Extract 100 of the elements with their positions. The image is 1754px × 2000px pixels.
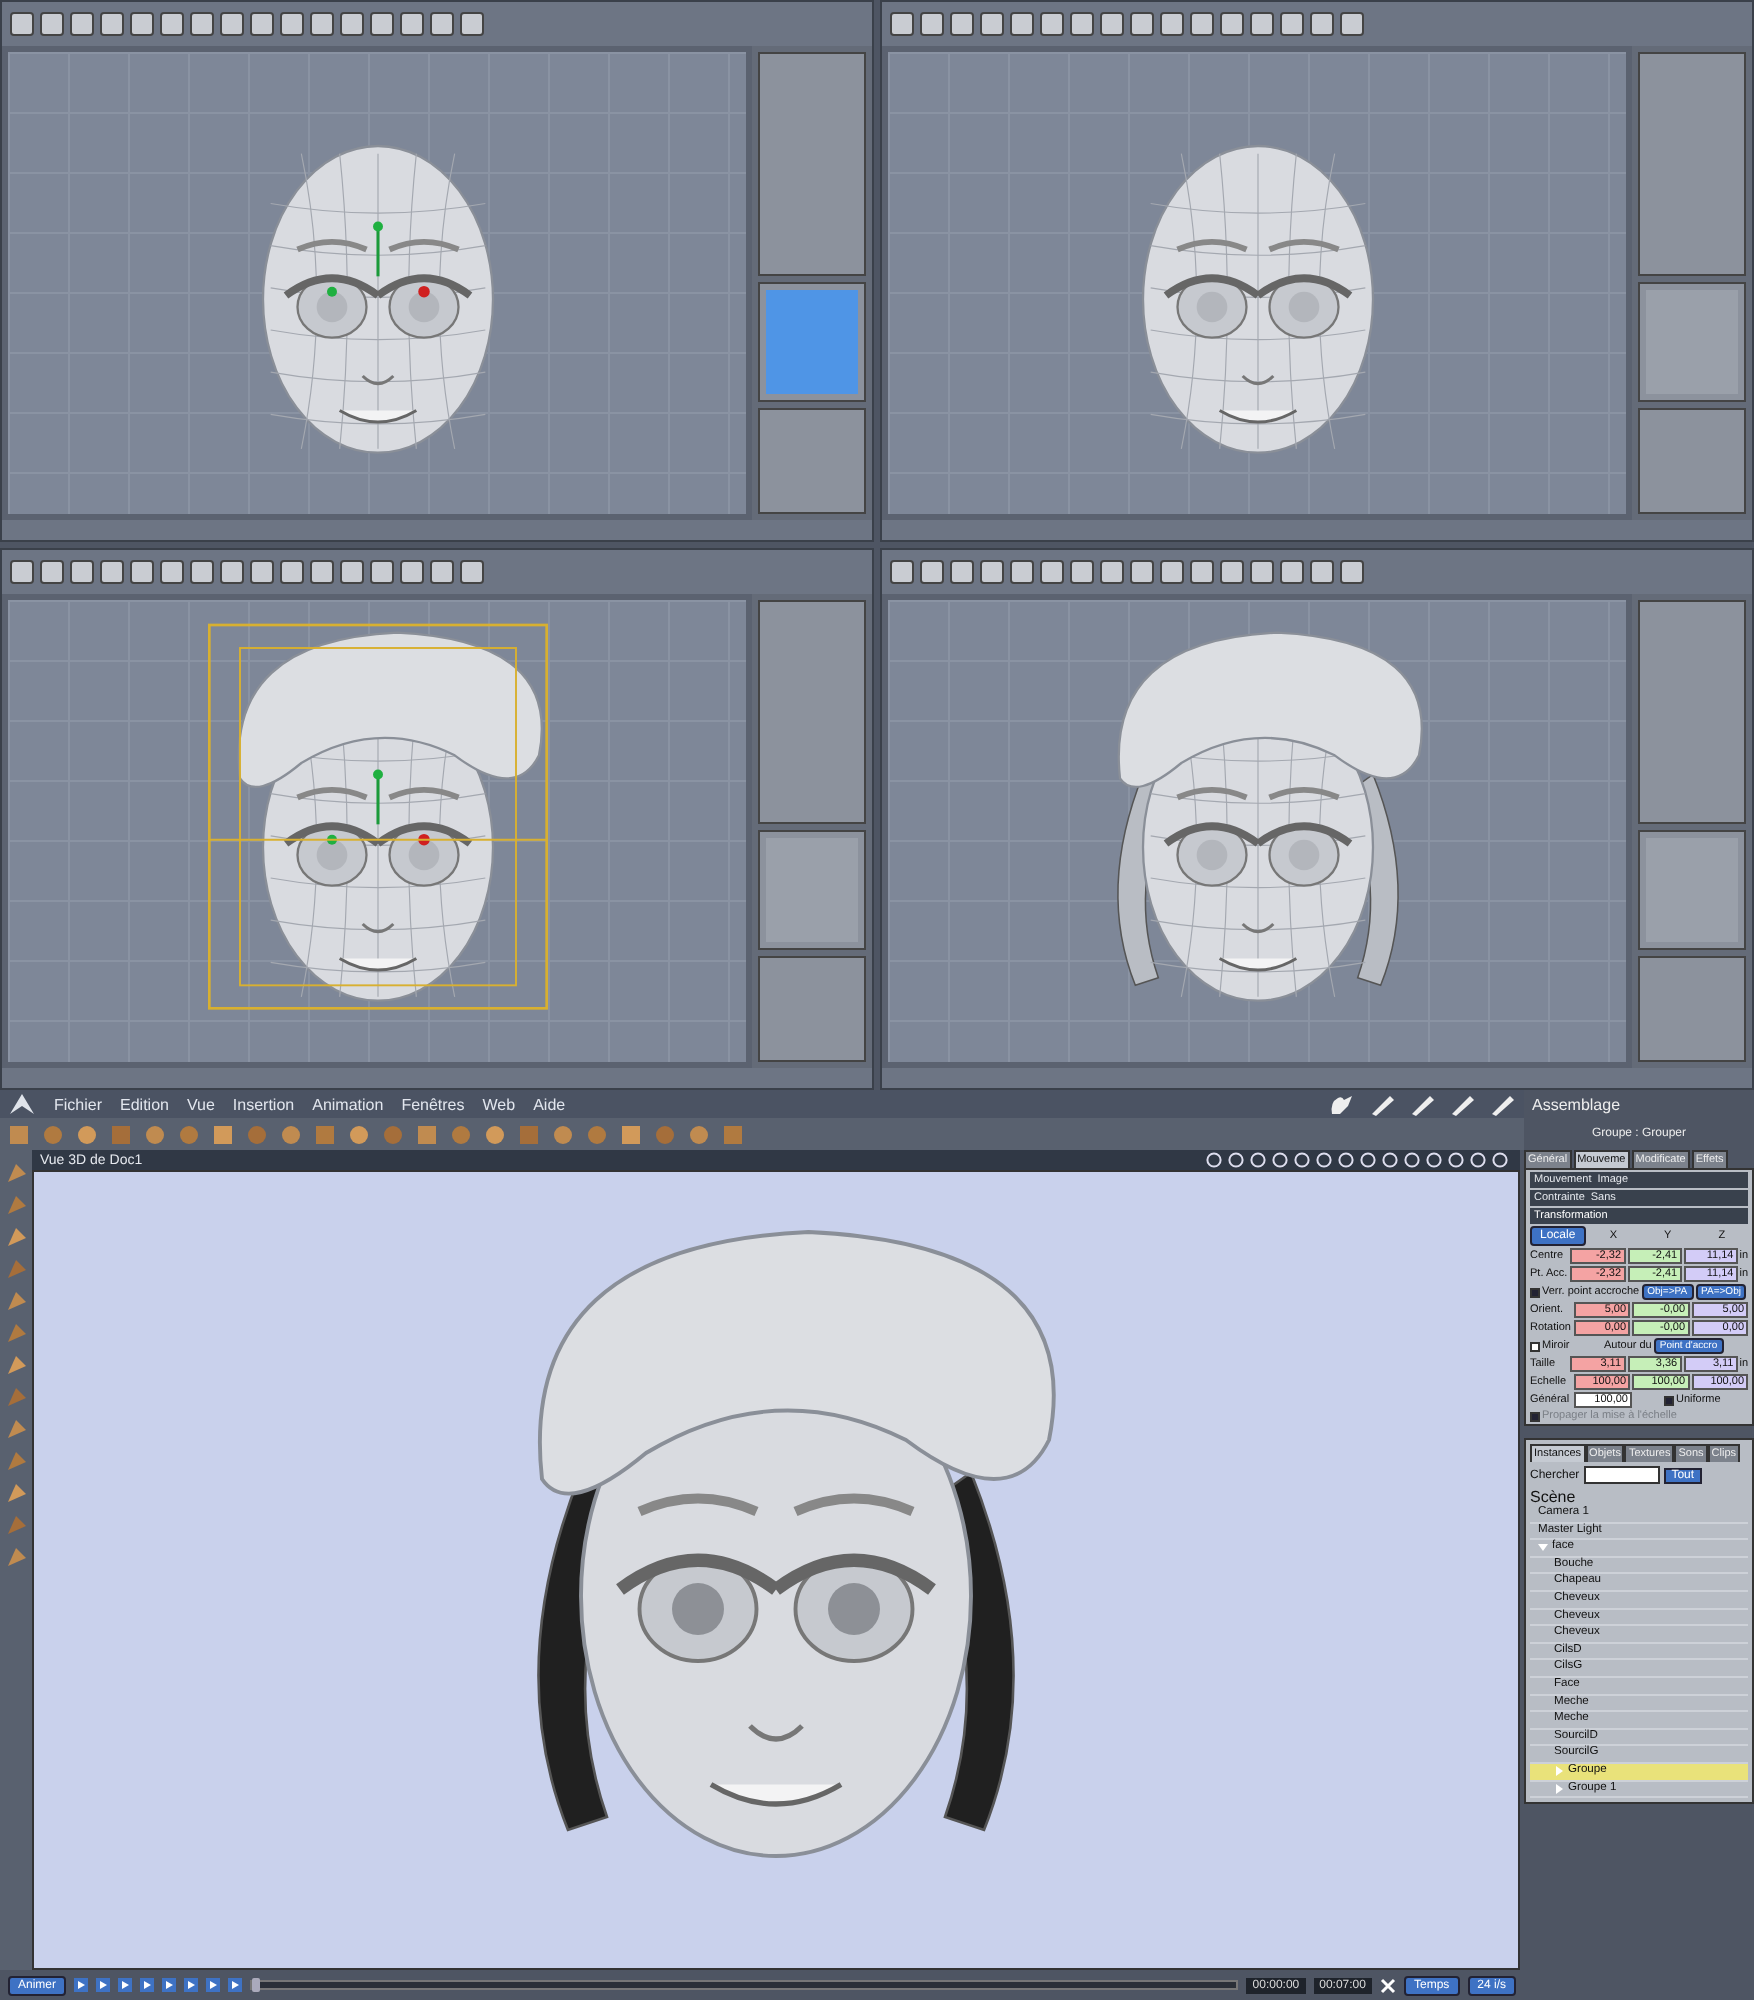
primitive-icon[interactable] [212, 1123, 234, 1145]
tool-icon[interactable] [40, 560, 64, 584]
tool-icon[interactable] [1220, 560, 1244, 584]
close-icon[interactable] [1379, 1977, 1396, 1993]
tool-icon[interactable] [1310, 12, 1334, 36]
tool-icon[interactable] [1130, 560, 1154, 584]
tool-icon[interactable] [1280, 560, 1304, 584]
tool-icon[interactable] [40, 12, 64, 36]
tool-icon[interactable] [400, 560, 424, 584]
tool-icon[interactable] [1280, 12, 1304, 36]
tool-icon[interactable] [1220, 12, 1244, 36]
primitive-icon[interactable] [620, 1123, 642, 1145]
scene-title: Scène [1530, 1488, 1578, 1506]
playback-control-icon[interactable] [118, 1978, 133, 1992]
tool-icon[interactable] [1190, 12, 1214, 36]
playback-control-icon[interactable] [96, 1978, 111, 1992]
tool-icon[interactable] [1160, 560, 1184, 584]
tool-icon[interactable] [460, 560, 484, 584]
primitive-icon[interactable] [348, 1123, 370, 1145]
playback-control-icon[interactable] [162, 1978, 177, 1992]
tool-icon[interactable] [310, 12, 334, 36]
menu-item[interactable]: Web [482, 1095, 516, 1113]
tool-icon[interactable] [130, 12, 154, 36]
playback-control-icon[interactable] [228, 1978, 243, 1992]
tool-icon[interactable] [340, 12, 364, 36]
tool-icon[interactable] [100, 560, 124, 584]
tool-icon[interactable] [280, 12, 304, 36]
tool-icon[interactable] [430, 560, 454, 584]
tool-icon[interactable] [280, 560, 304, 584]
tool-icon[interactable] [370, 12, 394, 36]
tool-icon[interactable] [400, 12, 424, 36]
tool-icon[interactable] [460, 12, 484, 36]
playback-control-icon[interactable] [184, 1978, 199, 1992]
tool-icon[interactable] [1010, 12, 1034, 36]
tool-icon[interactable] [920, 560, 944, 584]
menu-item[interactable]: Fenêtres [401, 1095, 465, 1113]
menu-item[interactable]: Animation [312, 1095, 384, 1113]
panel-background [758, 408, 866, 514]
tool-icon[interactable] [5, 1354, 27, 1376]
tool-icon[interactable] [1070, 12, 1094, 36]
playback-control-icon[interactable] [206, 1978, 221, 1992]
tool-icon[interactable] [190, 12, 214, 36]
playback-control-icon[interactable] [74, 1978, 89, 1992]
tool-icon[interactable] [370, 560, 394, 584]
tool-icon[interactable] [250, 560, 274, 584]
menu-item[interactable]: Vue [186, 1095, 215, 1113]
tool-icon[interactable] [160, 12, 184, 36]
tool-icon[interactable] [980, 560, 1004, 584]
panel-background [1638, 956, 1746, 1062]
primitive-icon[interactable] [484, 1123, 506, 1145]
tool-icon[interactable] [130, 560, 154, 584]
tool-icon[interactable] [1040, 12, 1064, 36]
tool-icon[interactable] [1100, 560, 1124, 584]
tool-icon[interactable] [220, 560, 244, 584]
tool-icon[interactable] [1100, 12, 1124, 36]
tool-icon[interactable] [1250, 560, 1274, 584]
tool-icon[interactable] [950, 560, 974, 584]
tool-icon[interactable] [1340, 12, 1364, 36]
tool-icon[interactable] [1190, 560, 1214, 584]
panel-background [1638, 408, 1746, 514]
tool-icon[interactable] [160, 560, 184, 584]
panel-background [758, 956, 866, 1062]
tool-icon[interactable] [1010, 560, 1034, 584]
menu-item[interactable]: Edition [120, 1095, 169, 1113]
tool-icon[interactable] [5, 1482, 27, 1504]
tool-icon[interactable] [70, 12, 94, 36]
tool-icon[interactable] [10, 560, 34, 584]
tool-icon[interactable] [920, 12, 944, 36]
timeline-thumb[interactable] [252, 1978, 261, 1992]
tool-icon[interactable] [220, 12, 244, 36]
room-title: Assemblage [1532, 1095, 1621, 1113]
tool-icon[interactable] [1130, 12, 1154, 36]
checkbox[interactable] [1530, 1287, 1540, 1297]
tool-icon[interactable] [10, 12, 34, 36]
tool-icon[interactable] [340, 560, 364, 584]
checkbox[interactable] [1530, 1341, 1540, 1351]
tool-icon[interactable] [1040, 560, 1064, 584]
tool-icon[interactable] [950, 12, 974, 36]
search-field[interactable] [1583, 1466, 1660, 1484]
tool-icon[interactable] [1160, 12, 1184, 36]
tool-icon[interactable] [1340, 560, 1364, 584]
tool-icon[interactable] [1070, 560, 1094, 584]
tool-icon[interactable] [430, 12, 454, 36]
tool-icon[interactable] [890, 560, 914, 584]
tool-icon[interactable] [310, 560, 334, 584]
tool-icon[interactable] [70, 560, 94, 584]
playback-control-icon[interactable] [140, 1978, 155, 1992]
tool-icon[interactable] [980, 12, 1004, 36]
tool-icon[interactable] [1310, 560, 1334, 584]
menu-item[interactable]: Fichier [54, 1095, 103, 1113]
checkbox[interactable] [1664, 1395, 1674, 1405]
tool-icon[interactable] [1250, 12, 1274, 36]
menu-item[interactable]: Aide [533, 1095, 566, 1113]
tool-icon[interactable] [100, 12, 124, 36]
tool-icon[interactable] [250, 12, 274, 36]
menu-item[interactable]: Insertion [232, 1095, 295, 1113]
primitive-icon[interactable] [76, 1123, 98, 1145]
tool-icon[interactable] [5, 1226, 27, 1248]
tool-icon[interactable] [190, 560, 214, 584]
tool-icon[interactable] [890, 12, 914, 36]
